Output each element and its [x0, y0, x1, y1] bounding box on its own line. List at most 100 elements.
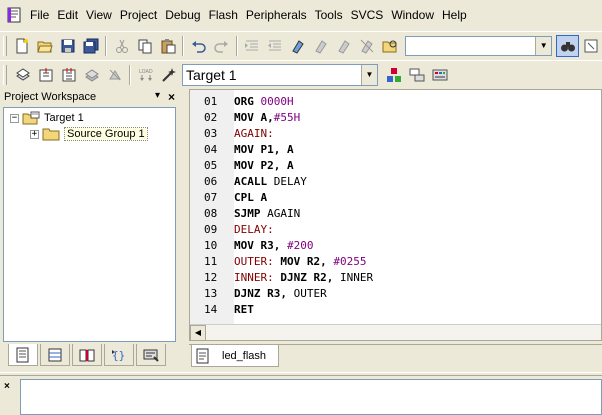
toolbar-grip[interactable] [3, 64, 7, 85]
code-token: MOV P2, A [234, 159, 294, 172]
translate-button[interactable] [11, 64, 34, 86]
code-line[interactable]: 01 ORG 0000H [190, 94, 600, 110]
code-line[interactable]: 13 DJNZ R3, OUTER [190, 286, 600, 302]
binoculars-icon [560, 41, 575, 51]
menu-view[interactable]: View [82, 5, 116, 25]
paste-icon [161, 38, 176, 53]
find-button[interactable] [556, 34, 580, 57]
stop-build-button[interactable] [103, 64, 126, 86]
file-extensions-button[interactable] [405, 64, 428, 86]
undo-button[interactable] [187, 35, 210, 57]
new-file-icon [16, 38, 29, 53]
code-line[interactable]: 08 SJMP AGAIN [190, 206, 600, 222]
toolbar-separator [105, 35, 108, 56]
scroll-left-icon[interactable]: ◀ [190, 324, 206, 341]
cut-button[interactable] [110, 35, 133, 57]
code-line[interactable]: 11 OUTER: MOV R2, #0255 [190, 254, 600, 270]
menu-flash[interactable]: Flash [205, 5, 242, 25]
menu-peripherals[interactable]: Peripherals [242, 5, 311, 25]
menu-tools[interactable]: Tools [311, 5, 347, 25]
copy-button[interactable] [133, 35, 156, 57]
line-number: 03 [204, 127, 218, 140]
redo-button[interactable] [210, 35, 233, 57]
code-token: #55H [273, 111, 301, 124]
menu-help[interactable]: Help [438, 5, 471, 25]
menu-svcs[interactable]: SVCS [347, 5, 388, 25]
toolbar-separator [235, 35, 238, 56]
tree-item-target[interactable]: − Target 1 [10, 110, 84, 126]
indent-button[interactable] [241, 35, 264, 57]
code-line[interactable]: 03 AGAIN: [190, 126, 600, 142]
menu-project[interactable]: Project [116, 5, 161, 25]
tab-books[interactable] [72, 344, 102, 366]
code-line[interactable]: 10 MOV R3, #200 [190, 238, 600, 254]
tab-led-flash[interactable]: led_flash [191, 345, 279, 367]
build-button[interactable] [34, 64, 57, 86]
code-token: MOV A, [234, 111, 274, 124]
menu-debug[interactable]: Debug [161, 5, 204, 25]
download-button[interactable]: LOAD [134, 64, 157, 86]
line-code: CPL A [234, 190, 267, 206]
target-select[interactable]: Target 1 ▼ [182, 63, 378, 86]
components-icon [386, 67, 401, 82]
tab-led-flash-label: led_flash [222, 349, 267, 362]
incremental-find-button[interactable] [579, 35, 602, 57]
menu-edit[interactable]: Edit [53, 5, 82, 25]
code-line[interactable]: 07 CPL A [190, 190, 600, 206]
find-in-files-button[interactable] [378, 35, 401, 57]
save-button[interactable] [57, 35, 80, 57]
options-for-target-button[interactable] [157, 64, 180, 86]
code-line[interactable]: 09 DELAY: [190, 222, 600, 238]
translate-icon [15, 67, 30, 81]
pack-installer-button[interactable] [428, 64, 451, 86]
menu-file[interactable]: File [26, 5, 53, 25]
build-output-area[interactable] [20, 379, 602, 415]
toolbar-grip[interactable] [3, 35, 7, 56]
menu-window[interactable]: Window [387, 5, 438, 25]
output-splitter[interactable] [0, 372, 602, 376]
save-all-button[interactable] [80, 35, 103, 57]
batch-build-button[interactable] [80, 64, 103, 86]
code-line[interactable]: 14 RET [190, 302, 600, 318]
clear-bookmarks-button[interactable] [355, 35, 378, 57]
code-line[interactable]: 05 MOV P2, A [190, 158, 600, 174]
chevron-down-icon[interactable]: ▼ [535, 36, 552, 55]
build-icon [39, 67, 52, 81]
close-icon[interactable]: × [4, 381, 10, 392]
rebuild-button[interactable] [57, 64, 80, 86]
registers-icon [48, 348, 62, 361]
file-icon [196, 348, 209, 363]
prev-bookmark-button[interactable] [309, 35, 332, 57]
manage-components-button[interactable] [382, 64, 405, 86]
pin-icon[interactable]: ▾ [155, 90, 160, 104]
code-line[interactable]: 02 MOV A,#55H [190, 110, 600, 126]
code-token: MOV R3, [234, 239, 287, 252]
code-line[interactable]: 12 INNER: DJNZ R2, INNER [190, 270, 600, 286]
collapse-icon[interactable]: − [10, 113, 19, 123]
toolbar-separator [129, 64, 131, 85]
code-line[interactable]: 04 MOV P1, A [190, 142, 600, 158]
tab-registers[interactable] [40, 344, 70, 366]
tree-item-source-group[interactable]: + Source Group 1 [30, 126, 148, 142]
workspace-tabs: {} [3, 343, 176, 367]
tab-project[interactable] [8, 344, 38, 366]
horizontal-scrollbar[interactable]: ◀ [190, 324, 601, 341]
code-line[interactable]: 06 ACALL DELAY [190, 174, 600, 190]
paste-button[interactable] [156, 35, 179, 57]
file-extensions-icon [409, 68, 424, 81]
new-file-button[interactable] [11, 35, 34, 57]
bookmark-button[interactable] [287, 35, 310, 57]
chevron-down-icon[interactable]: ▼ [361, 64, 377, 85]
tab-functions[interactable]: {} [104, 344, 134, 366]
close-icon[interactable]: × [168, 90, 175, 104]
open-file-button[interactable] [34, 35, 57, 57]
next-bookmark-button[interactable] [332, 35, 355, 57]
project-workspace-panel: Project Workspace ▾ × − Target 1 + Sourc… [0, 89, 179, 369]
rebuild-icon [62, 67, 75, 81]
unindent-button[interactable] [264, 35, 287, 57]
code-editor[interactable]: 01 ORG 0000H 02 MOV A,#55H 03 AGAIN: 04 MOV P1,… [189, 89, 602, 341]
expand-icon[interactable]: + [30, 129, 39, 139]
tab-templates[interactable] [136, 344, 166, 366]
find-combo[interactable]: ▼ [404, 35, 553, 56]
tree-item-source-group-label: Source Group 1 [64, 127, 148, 141]
